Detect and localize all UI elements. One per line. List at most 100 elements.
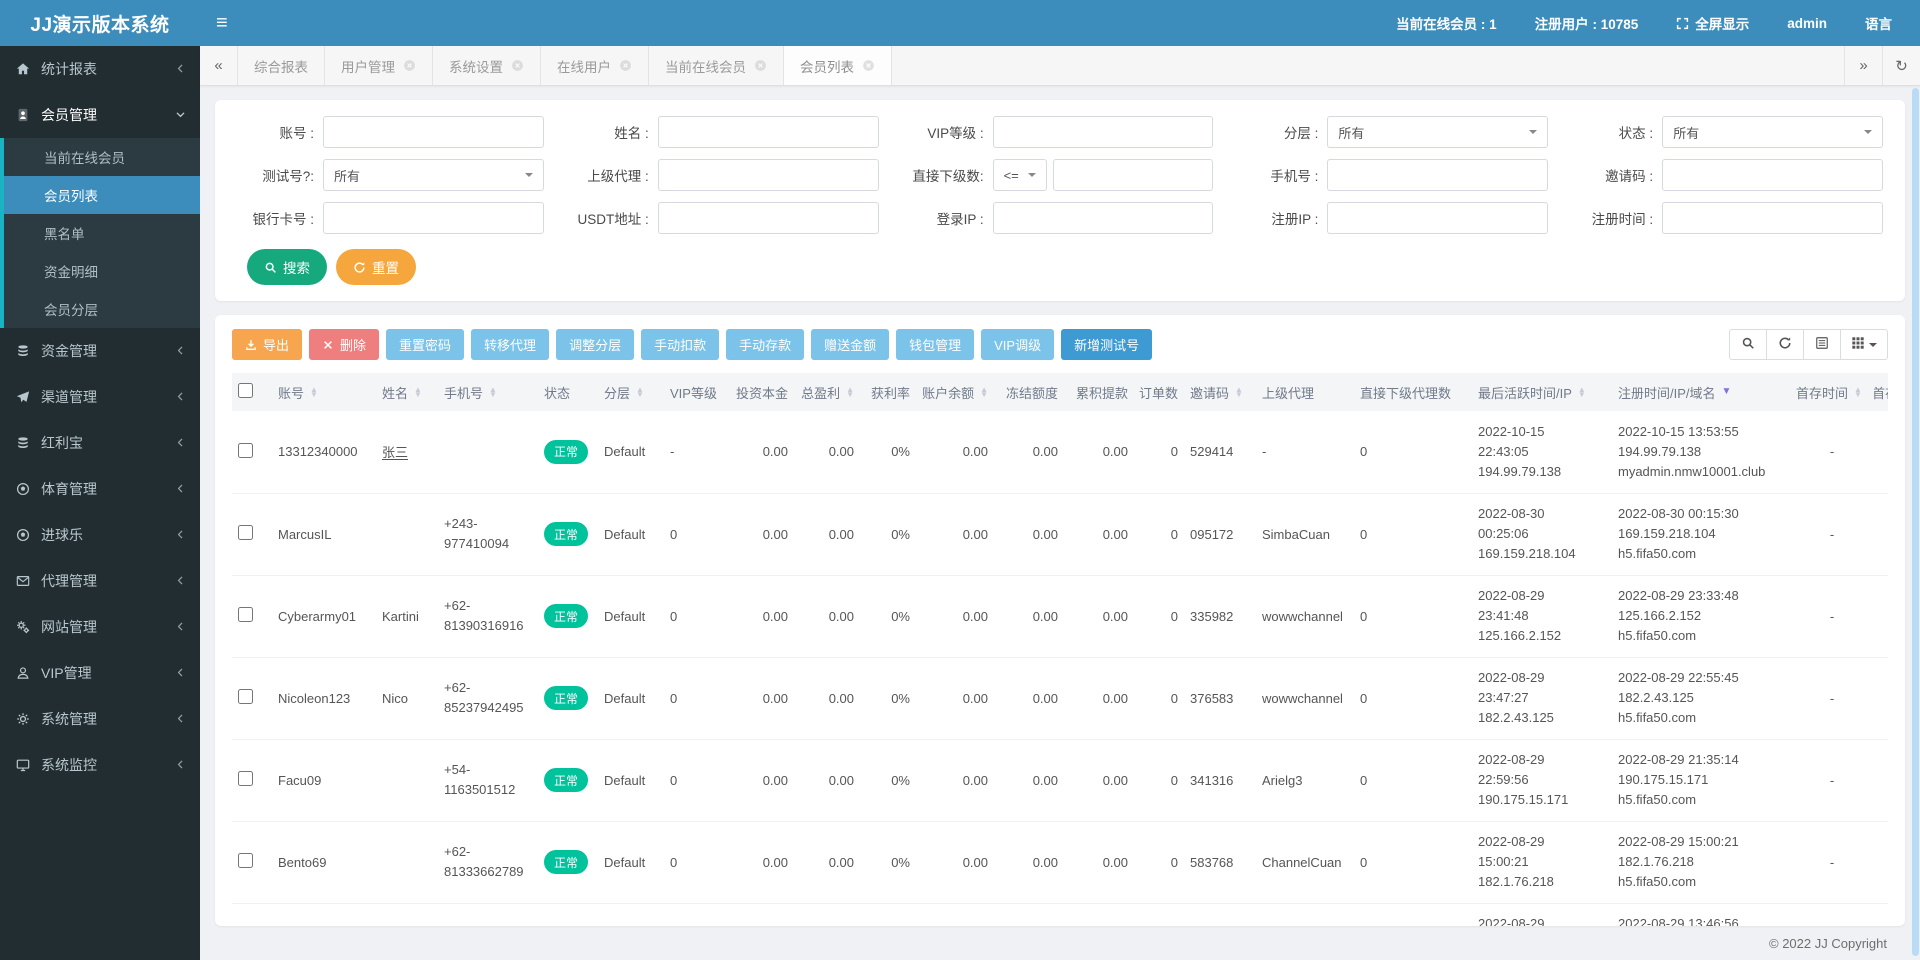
sidebar-item-head[interactable]: 资金管理	[0, 328, 200, 374]
column-header-4[interactable]: 分层▲▼	[598, 373, 664, 411]
tab-1[interactable]: 用户管理	[325, 46, 433, 85]
navbar-item-1[interactable]: 注册用户 : 10785	[1535, 13, 1639, 33]
row-checkbox[interactable]	[238, 689, 253, 704]
column-header-13[interactable]: 邀请码▲▼	[1184, 373, 1256, 411]
field-select[interactable]: 所有	[1327, 116, 1548, 148]
tab-3[interactable]: 在线用户	[541, 46, 649, 85]
sidebar-item-head[interactable]: 渠道管理	[0, 374, 200, 420]
field-input[interactable]	[993, 116, 1214, 148]
field-select[interactable]: 所有	[323, 159, 544, 191]
column-header-9[interactable]: 账户余额▲▼	[916, 373, 994, 411]
cell-phone: +62-81390316916	[438, 575, 538, 657]
sidebar-item-head[interactable]: 会员管理	[0, 92, 200, 138]
sidebar-item-head[interactable]: 红利宝	[0, 420, 200, 466]
tool-grid-button[interactable]	[1840, 329, 1888, 360]
cell-first-deposit: 0.00	[1874, 411, 1888, 493]
tabs-refresh-button[interactable]: ↻	[1882, 46, 1920, 85]
toolbar-button-10[interactable]: 新增测试号	[1061, 329, 1152, 360]
sidebar-item-head[interactable]: 统计报表	[0, 46, 200, 92]
tool-list-button[interactable]	[1803, 329, 1841, 360]
cell-invite: 095172	[1184, 493, 1256, 575]
tab-close-icon[interactable]	[403, 59, 416, 72]
cell-orders: 0	[1134, 903, 1184, 926]
field-input[interactable]	[323, 202, 544, 234]
field-select[interactable]: 所有	[1662, 116, 1883, 148]
row-checkbox[interactable]	[238, 771, 253, 786]
field-input[interactable]	[658, 202, 879, 234]
sidebar-item-head[interactable]: 进球乐	[0, 512, 200, 558]
cell-status: 正常	[538, 657, 598, 739]
column-header-19[interactable]: 首存金额▲▼	[1874, 373, 1888, 411]
row-checkbox[interactable]	[238, 525, 253, 540]
sidebar-subitem[interactable]: 资金明细	[4, 252, 200, 290]
column-header-7[interactable]: 总盈利▲▼	[794, 373, 860, 411]
vertical-scrollbar[interactable]	[1912, 88, 1919, 956]
tool-refresh-button[interactable]	[1766, 329, 1804, 360]
sidebar-item-head[interactable]: 系统管理	[0, 696, 200, 742]
status-badge: 正常	[544, 686, 588, 710]
row-checkbox[interactable]	[238, 443, 253, 458]
toolbar-button-1[interactable]: 删除	[309, 329, 379, 360]
column-header-18[interactable]: 首存时间▲▼	[1790, 373, 1874, 411]
field-input[interactable]	[1662, 159, 1883, 191]
sidebar-toggle-hamburger-icon[interactable]: ≡	[200, 0, 244, 46]
compare-operator-select[interactable]: <=	[993, 159, 1047, 191]
field-input[interactable]	[323, 116, 544, 148]
form-row-2: 银行卡号 :USDT地址 :登录IP :注册IP :注册时间 :	[231, 202, 1883, 234]
toolbar-button-9[interactable]: VIP调级	[981, 329, 1054, 360]
sidebar-subitem[interactable]: 会员分层	[4, 290, 200, 328]
sidebar-item-head[interactable]: 体育管理	[0, 466, 200, 512]
search-button[interactable]: 搜索	[247, 249, 327, 285]
tab-close-icon[interactable]	[511, 59, 524, 72]
toolbar-button-2[interactable]: 重置密码	[386, 329, 464, 360]
column-header-1[interactable]: 姓名▲▼	[376, 373, 438, 411]
field-input[interactable]	[658, 116, 879, 148]
sidebar-item-head[interactable]: 系统监控	[0, 742, 200, 788]
sidebar-submenu: 当前在线会员会员列表黑名单资金明细会员分层	[0, 138, 200, 328]
navbar-item-2[interactable]: 全屏显示	[1676, 13, 1749, 33]
sidebar-item-head[interactable]: VIP管理	[0, 650, 200, 696]
row-checkbox[interactable]	[238, 853, 253, 868]
row-checkbox[interactable]	[238, 607, 253, 622]
navbar-item-3[interactable]: admin	[1787, 16, 1827, 31]
toolbar-button-8[interactable]: 钱包管理	[896, 329, 974, 360]
tool-search-button[interactable]	[1729, 329, 1767, 360]
tab-close-icon[interactable]	[754, 59, 767, 72]
column-header-16[interactable]: 最后活跃时间/IP▲▼	[1472, 373, 1612, 411]
field-input[interactable]	[1327, 159, 1548, 191]
field-input[interactable]	[1662, 202, 1883, 234]
toolbar-button-5[interactable]: 手动扣款	[641, 329, 719, 360]
coins-icon	[14, 436, 32, 450]
field-input[interactable]	[993, 202, 1214, 234]
tabs-scroll-right-button[interactable]: »	[1844, 46, 1882, 85]
tab-close-icon[interactable]	[619, 59, 632, 72]
navbar-item-0[interactable]: 当前在线会员 : 1	[1396, 13, 1497, 33]
toolbar-button-6[interactable]: 手动存款	[726, 329, 804, 360]
sidebar-subitem[interactable]: 会员列表	[4, 176, 200, 214]
cell-name	[376, 739, 438, 821]
field-input[interactable]	[1053, 159, 1214, 191]
navbar-item-4[interactable]: 语言	[1865, 13, 1892, 33]
toolbar-buttons: 导出删除重置密码转移代理调整分层手动扣款手动存款赠送金额钱包管理VIP调级新增测…	[232, 329, 1152, 360]
sidebar-subitem[interactable]: 黑名单	[4, 214, 200, 252]
sidebar-subitem[interactable]: 当前在线会员	[4, 138, 200, 176]
sidebar-item-head[interactable]: 代理管理	[0, 558, 200, 604]
column-header-2[interactable]: 手机号▲▼	[438, 373, 538, 411]
select-all-checkbox[interactable]	[238, 383, 253, 398]
tab-close-icon[interactable]	[862, 59, 875, 72]
tab-2[interactable]: 系统设置	[433, 46, 541, 85]
toolbar-button-3[interactable]: 转移代理	[471, 329, 549, 360]
column-header-17[interactable]: 注册时间/IP/域名▼	[1612, 373, 1790, 411]
sidebar-item-head[interactable]: 网站管理	[0, 604, 200, 650]
field-input[interactable]	[1327, 202, 1548, 234]
toolbar-button-7[interactable]: 赠送金额	[811, 329, 889, 360]
column-header-0[interactable]: 账号▲▼	[272, 373, 376, 411]
reset-button[interactable]: 重置	[336, 249, 416, 285]
toolbar-button-0[interactable]: 导出	[232, 329, 302, 360]
toolbar-button-4[interactable]: 调整分层	[556, 329, 634, 360]
tabs-scroll-left-button[interactable]: «	[200, 46, 238, 85]
tab-0[interactable]: 综合报表	[238, 46, 325, 85]
tab-4[interactable]: 当前在线会员	[649, 46, 784, 85]
field-input[interactable]	[658, 159, 879, 191]
tab-5[interactable]: 会员列表	[784, 46, 892, 85]
